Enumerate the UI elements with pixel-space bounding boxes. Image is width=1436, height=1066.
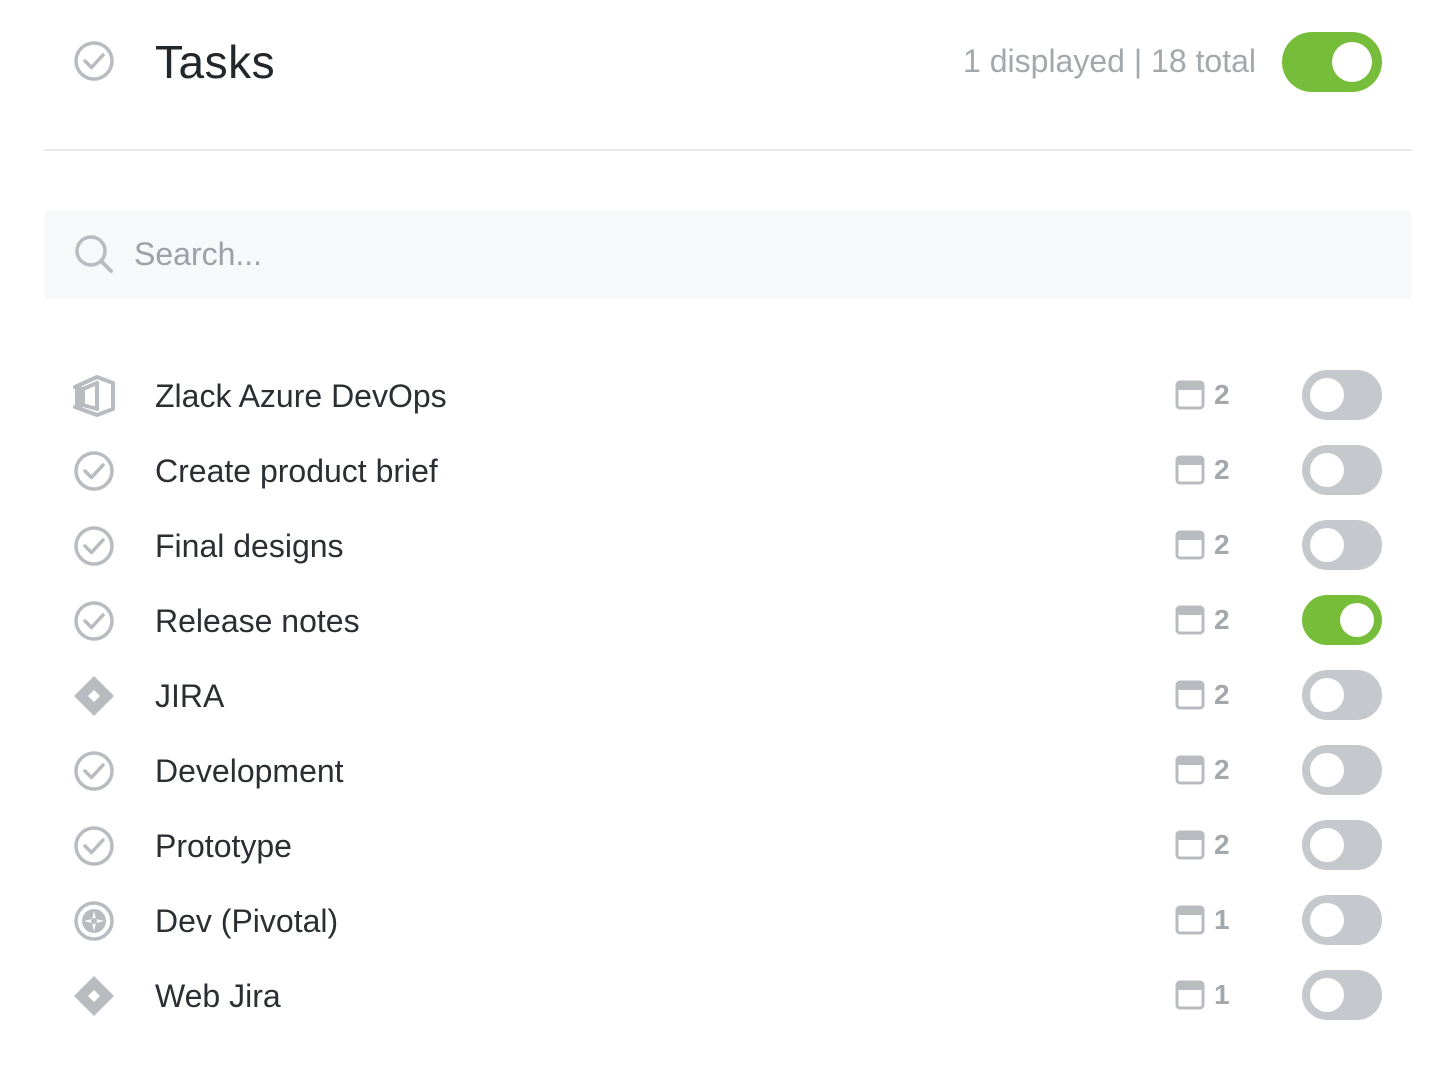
count-number: 2 [1214, 754, 1230, 785]
check-circle-icon [74, 41, 114, 81]
task-toggle[interactable] [1302, 970, 1382, 1020]
check-circle-icon [74, 751, 114, 791]
task-row: Dev (Pivotal) 1 [44, 883, 1412, 958]
task-label: Zlack Azure DevOps [155, 378, 447, 414]
count-number: 1 [1214, 904, 1230, 935]
task-row: Final designs 2 [44, 508, 1412, 583]
task-item-count: 2 [1175, 602, 1230, 638]
count-number: 1 [1214, 979, 1230, 1010]
task-label: Final designs [155, 528, 344, 564]
calendar-icon [1175, 755, 1205, 785]
task-toggle[interactable] [1302, 370, 1382, 420]
task-label: Dev (Pivotal) [155, 903, 339, 939]
calendar-icon [1175, 830, 1205, 860]
calendar-icon [1175, 905, 1205, 935]
task-label: Create product brief [155, 453, 438, 489]
task-list: Zlack Azure DevOps 2 Create product brie… [44, 358, 1412, 1033]
task-toggle[interactable] [1302, 520, 1382, 570]
task-toggle[interactable] [1302, 820, 1382, 870]
page-title: Tasks [155, 36, 276, 88]
task-row: JIRA 2 [44, 658, 1412, 733]
task-toggle[interactable] [1302, 595, 1382, 645]
count-number: 2 [1214, 379, 1230, 410]
count-number: 2 [1214, 604, 1230, 635]
calendar-icon [1175, 980, 1205, 1010]
task-toggle[interactable] [1302, 445, 1382, 495]
jira-diamond-icon [74, 976, 114, 1016]
toggle-knob [1310, 378, 1344, 412]
task-item-count: 2 [1175, 752, 1230, 788]
toggle-knob [1310, 828, 1344, 862]
tasks-panel: Tasks 1 displayed | 18 total Zlack Azure… [0, 0, 1436, 1066]
task-label: Release notes [155, 603, 360, 639]
task-row: Development 2 [44, 733, 1412, 808]
count-number: 2 [1214, 454, 1230, 485]
task-item-count: 2 [1175, 452, 1230, 488]
task-row: Web Jira 1 [44, 958, 1412, 1033]
toggle-knob [1310, 903, 1344, 937]
toggle-knob [1340, 603, 1374, 637]
calendar-icon [1175, 380, 1205, 410]
toggle-knob [1332, 42, 1372, 82]
calendar-icon [1175, 530, 1205, 560]
pivotal-icon [74, 901, 114, 941]
task-row: Create product brief 2 [44, 433, 1412, 508]
task-item-count: 1 [1175, 902, 1230, 938]
task-toggle[interactable] [1302, 670, 1382, 720]
task-label: JIRA [155, 678, 225, 714]
toggle-knob [1310, 528, 1344, 562]
search-bar [44, 210, 1412, 299]
check-circle-icon [74, 826, 114, 866]
calendar-icon [1175, 605, 1205, 635]
task-toggle[interactable] [1302, 895, 1382, 945]
count-number: 2 [1214, 829, 1230, 860]
search-icon [75, 235, 113, 273]
task-row: Prototype 2 [44, 808, 1412, 883]
count-number: 2 [1214, 529, 1230, 560]
task-item-count: 2 [1175, 677, 1230, 713]
task-row: Release notes 2 [44, 583, 1412, 658]
toggle-knob [1310, 678, 1344, 712]
toggle-knob [1310, 753, 1344, 787]
task-label: Web Jira [155, 978, 281, 1014]
task-count-summary: 1 displayed | 18 total [963, 43, 1256, 79]
task-row: Zlack Azure DevOps 2 [44, 358, 1412, 433]
jira-diamond-icon [74, 676, 114, 716]
task-toggle[interactable] [1302, 745, 1382, 795]
task-item-count: 1 [1175, 977, 1230, 1013]
task-item-count: 2 [1175, 827, 1230, 863]
count-number: 2 [1214, 679, 1230, 710]
toggle-knob [1310, 978, 1344, 1012]
azure-devops-icon [73, 375, 115, 417]
task-item-count: 2 [1175, 377, 1230, 413]
task-item-count: 2 [1175, 527, 1230, 563]
show-all-toggle[interactable] [1282, 32, 1382, 92]
task-label: Development [155, 753, 344, 789]
check-circle-icon [74, 526, 114, 566]
calendar-icon [1175, 680, 1205, 710]
task-label: Prototype [155, 828, 292, 864]
calendar-icon [1175, 455, 1205, 485]
check-circle-icon [74, 451, 114, 491]
check-circle-icon [74, 601, 114, 641]
search-input[interactable] [134, 224, 1384, 284]
panel-header: Tasks 1 displayed | 18 total [44, 0, 1412, 151]
toggle-knob [1310, 453, 1344, 487]
